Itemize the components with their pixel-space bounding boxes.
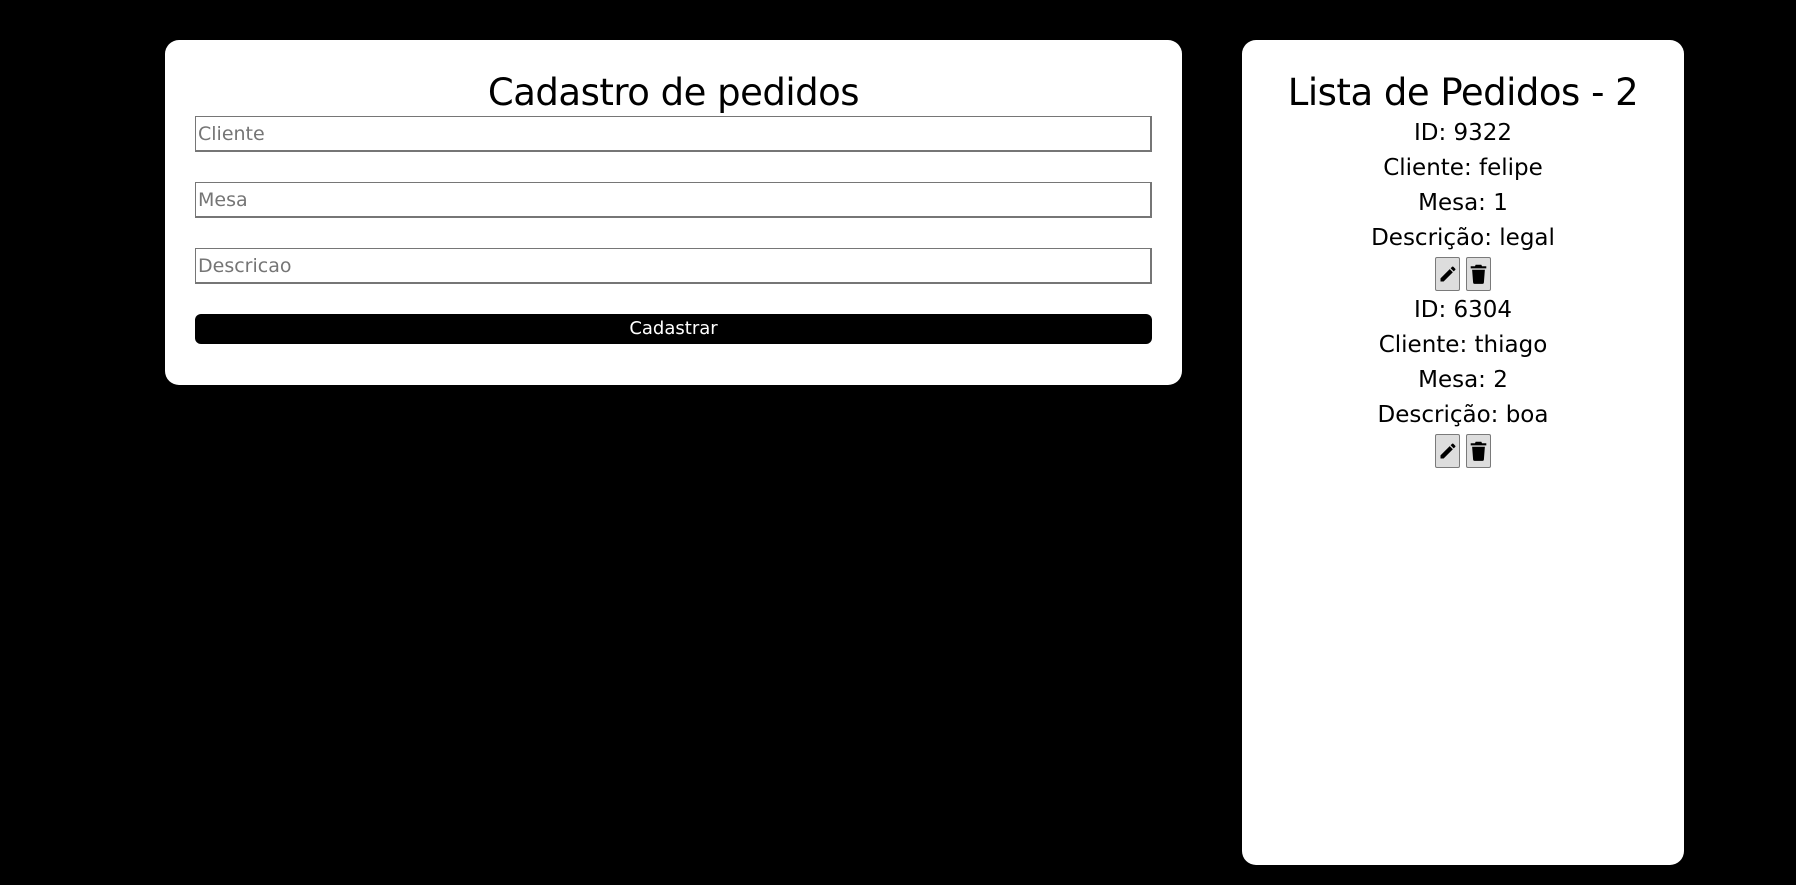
cadastrar-button[interactable]: Cadastrar xyxy=(195,314,1152,344)
order-mesa: Mesa: 2 xyxy=(1418,367,1508,393)
trash-icon xyxy=(1470,264,1487,284)
order-item: ID: 6304 Cliente: thiago Mesa: 2 Descriç… xyxy=(1242,293,1684,470)
pencil-icon xyxy=(1440,443,1456,459)
list-title: Lista de Pedidos - 2 xyxy=(1287,71,1639,114)
order-id: ID: 6304 xyxy=(1413,297,1513,323)
order-mesa: Mesa: 1 xyxy=(1418,190,1508,216)
cliente-input[interactable] xyxy=(195,116,1152,152)
order-descricao: Descrição: boa xyxy=(1377,402,1549,428)
edit-order-button[interactable] xyxy=(1435,257,1460,291)
delete-order-button[interactable] xyxy=(1466,434,1491,468)
order-cliente: Cliente: felipe xyxy=(1383,155,1543,181)
order-cliente: Cliente: thiago xyxy=(1378,332,1548,358)
order-descricao: Descrição: legal xyxy=(1371,225,1555,251)
delete-order-button[interactable] xyxy=(1466,257,1491,291)
order-actions xyxy=(1242,434,1684,470)
edit-order-button[interactable] xyxy=(1435,434,1460,468)
trash-icon xyxy=(1470,441,1487,461)
form-title: Cadastro de pedidos xyxy=(487,71,860,114)
order-form-card: Cadastro de pedidos Cadastrar xyxy=(165,40,1182,385)
mesa-input[interactable] xyxy=(195,182,1152,218)
pencil-icon xyxy=(1440,266,1456,282)
descricao-input[interactable] xyxy=(195,248,1152,284)
order-item: ID: 9322 Cliente: felipe Mesa: 1 Descriç… xyxy=(1242,116,1684,293)
order-actions xyxy=(1242,257,1684,293)
order-list-card: Lista de Pedidos - 2 ID: 9322 Cliente: f… xyxy=(1242,40,1684,865)
order-id: ID: 9322 xyxy=(1413,120,1513,146)
